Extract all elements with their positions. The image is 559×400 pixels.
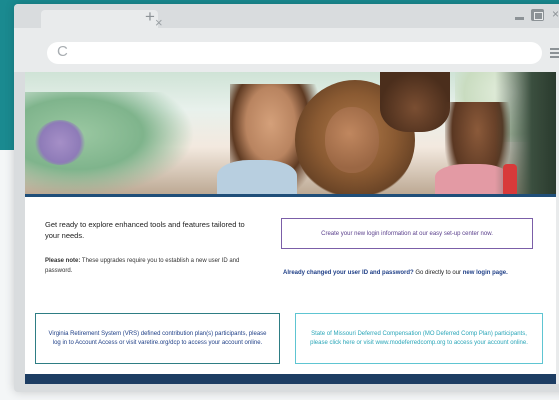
hero-man [380, 72, 450, 132]
hero-image [25, 72, 556, 197]
restore-icon[interactable] [531, 9, 544, 21]
web-page: Get ready to explore enhanced tools and … [25, 72, 559, 384]
new-login-page-link[interactable]: new login page. [463, 270, 508, 276]
browser-toolbar: C [14, 28, 559, 72]
note-text: Please note: These upgrades require you … [45, 256, 260, 276]
browser-tab[interactable]: × [41, 10, 163, 30]
reload-icon[interactable]: C [57, 43, 68, 61]
create-login-button[interactable]: Create your new login information at our… [281, 218, 533, 249]
intro-heading: Get ready to explore enhanced tools and … [45, 220, 245, 240]
vrs-account-box[interactable]: Virginia Retirement System (VRS) defined… [35, 313, 280, 364]
already-changed-body: Go directly to our [413, 270, 463, 276]
hero-flower [35, 120, 85, 165]
mo-deferred-comp-box[interactable]: State of Missouri Deferred Compensation … [295, 313, 543, 364]
already-changed-link[interactable]: Already changed your user ID and passwor… [283, 270, 414, 276]
window-close-icon[interactable]: × [552, 7, 559, 21]
browser-window: × + × C Get ready to explore enhanced to… [14, 4, 559, 392]
note-label: Please note: [45, 258, 81, 264]
hero-bubble-bottle [503, 164, 517, 197]
tab-bar: × + × [14, 4, 559, 30]
hero-divider [25, 194, 556, 197]
plus-icon[interactable]: + [145, 8, 155, 25]
menu-icon[interactable] [550, 48, 559, 58]
hero-woman-face [325, 107, 379, 173]
already-changed-text: Already changed your user ID and passwor… [283, 270, 559, 276]
hero-child-shirt [217, 160, 297, 197]
address-bar[interactable] [47, 42, 542, 64]
minimize-icon[interactable] [515, 17, 524, 20]
footer-bar [25, 374, 556, 384]
